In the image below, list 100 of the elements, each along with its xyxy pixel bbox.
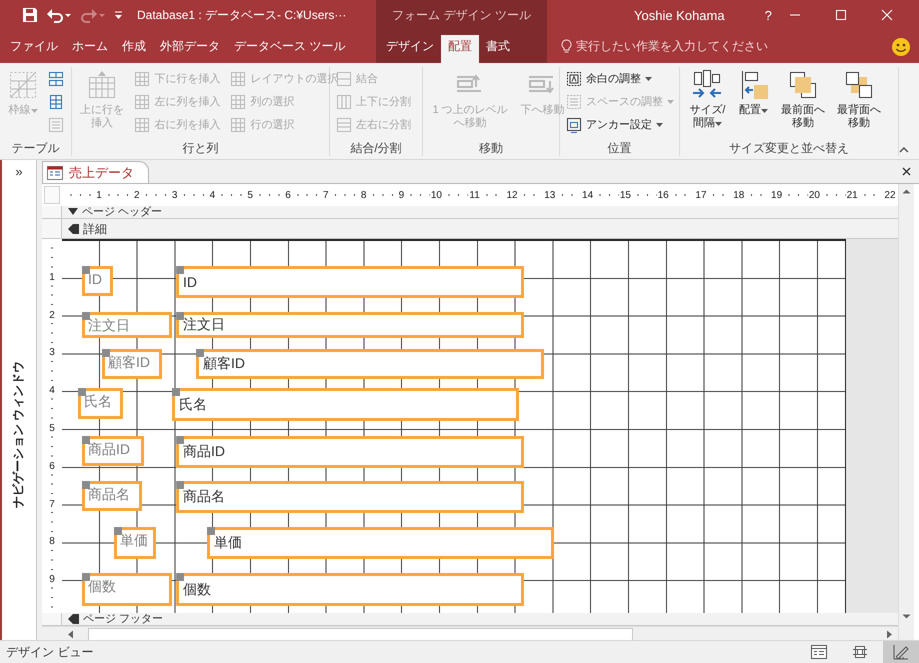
layout-icon xyxy=(566,94,582,110)
field-label[interactable]: 商品名 xyxy=(82,481,142,511)
help-button[interactable]: ? xyxy=(764,8,772,22)
ruler-number: 8 xyxy=(49,536,55,548)
navigation-pane-title: ナビゲーション ウィンドウ xyxy=(10,360,26,508)
field-label[interactable]: 商品ID xyxy=(82,436,144,466)
ruler-number: 18 xyxy=(732,190,746,200)
ribbon-tab[interactable]: 書式 xyxy=(479,30,517,63)
navigation-pane[interactable]: » ナビゲーション ウィンドウ xyxy=(0,160,37,640)
ruler-number: 7 xyxy=(322,190,330,200)
field-label[interactable]: 個数 xyxy=(82,573,172,606)
ruler-number: 20 xyxy=(808,190,821,200)
ribbon-button[interactable]: サイズ/間隔 xyxy=(684,67,731,140)
design-view-icon xyxy=(893,644,909,660)
table-grid-icon xyxy=(48,94,64,110)
text-box[interactable]: 注文日 xyxy=(176,312,524,338)
ribbon-tab[interactable]: ファイル xyxy=(3,30,65,63)
field-label[interactable]: 注文日 xyxy=(82,312,172,338)
ribbon-tab[interactable]: データベース ツール xyxy=(227,30,352,63)
scroll-down-icon[interactable] xyxy=(902,614,911,619)
section-bar[interactable]: 詳細 xyxy=(62,219,898,239)
ruler-number: 2 xyxy=(49,310,55,321)
group-label: 行と列 xyxy=(182,140,220,156)
text-box[interactable]: 氏名 xyxy=(172,388,519,421)
field-label[interactable]: 顧客ID xyxy=(102,349,162,379)
ruler-number: 3 xyxy=(170,190,178,200)
ruler-number: 19 xyxy=(770,190,784,200)
ruler-number: 13 xyxy=(543,190,556,200)
text-box[interactable]: 単価 xyxy=(207,527,554,559)
table-grid-icon xyxy=(336,70,352,86)
scrollbar-thumb[interactable] xyxy=(88,628,633,640)
ruler-number: 21 xyxy=(846,190,859,200)
ribbon-tab[interactable]: ホーム xyxy=(65,30,115,63)
table-grid-icon xyxy=(48,70,64,86)
field-label[interactable]: 氏名 xyxy=(78,388,123,419)
table-grid-icon xyxy=(230,70,246,86)
lightbulb-icon[interactable] xyxy=(561,39,572,54)
ruler-number: 4 xyxy=(208,190,216,200)
ruler-number: 1 xyxy=(95,190,103,200)
user-name[interactable]: Yoshie Kohama xyxy=(634,8,725,22)
field-label[interactable]: ID xyxy=(82,266,113,296)
ruler-number: 1 xyxy=(49,272,55,283)
ribbon-button[interactable]: 最前面へ移動 xyxy=(776,67,829,140)
text-box[interactable]: 商品ID xyxy=(176,436,524,468)
ribbon-button[interactable]: 最背面へ移動 xyxy=(832,67,886,140)
ribbon-tab[interactable]: デザイン xyxy=(379,30,441,63)
ruler-number: 5 xyxy=(246,190,254,200)
table-grid-icon xyxy=(336,94,352,110)
status-text: デザイン ビュー xyxy=(6,644,94,660)
window-title: Database1 : データベース- C:¥Users··· xyxy=(137,6,346,24)
ribbon-tab[interactable]: 外部データ xyxy=(153,30,227,63)
ruler-number: 12 xyxy=(505,190,519,200)
ruler-number: 7 xyxy=(49,498,55,510)
layout-icon xyxy=(566,116,582,132)
ribbon-tab[interactable]: 配置 xyxy=(441,35,479,63)
table-grid-icon xyxy=(134,116,150,132)
ruler-number: 9 xyxy=(49,574,55,586)
text-box[interactable]: 商品名 xyxy=(176,481,524,513)
tell-me-field[interactable]: 実行したい作業を入力してください xyxy=(576,38,768,55)
context-tab-group-title: フォーム デザイン ツール xyxy=(392,6,531,24)
expand-pane-button[interactable]: » xyxy=(15,164,23,179)
ruler-number: 16 xyxy=(656,190,670,200)
text-box[interactable]: ID xyxy=(176,266,524,298)
ruler-number: 9 xyxy=(398,190,406,200)
group-label: 位置 xyxy=(606,140,632,156)
text-box[interactable]: 顧客ID xyxy=(196,349,544,379)
ruler-number: 8 xyxy=(360,190,368,200)
ruler-number: 2 xyxy=(133,190,141,200)
scroll-right-icon[interactable] xyxy=(886,630,894,638)
ruler-number: 3 xyxy=(49,347,55,358)
vertical-scrollbar[interactable] xyxy=(898,184,914,641)
horizontal-scrollbar[interactable] xyxy=(42,626,898,641)
ruler-number: 15 xyxy=(618,190,632,200)
section-bar[interactable]: ページ ヘッダー xyxy=(62,206,898,219)
table-grid-icon xyxy=(134,94,150,110)
scroll-left-icon[interactable] xyxy=(66,630,74,638)
table-grid-icon xyxy=(336,116,352,132)
ruler-number: 5 xyxy=(49,422,55,434)
close-icon[interactable] xyxy=(902,167,911,176)
ribbon-tab[interactable]: 作成 xyxy=(115,30,153,63)
ruler-number: 6 xyxy=(49,460,55,472)
design-view-button[interactable] xyxy=(883,641,919,663)
text-box[interactable]: 個数 xyxy=(176,573,524,606)
layout-view-icon xyxy=(853,645,867,659)
ruler-number: 22 xyxy=(883,190,897,200)
document-tab[interactable]: 売上データ xyxy=(42,161,149,183)
ribbon-button[interactable]: 配置 xyxy=(734,67,773,140)
section-bar[interactable]: ページ フッター xyxy=(62,613,898,626)
form-icon xyxy=(47,166,63,180)
table-grid-icon xyxy=(230,94,246,110)
section-title: ページ フッター xyxy=(83,613,164,625)
smiley-icon[interactable] xyxy=(891,36,911,56)
section-title: 詳細 xyxy=(83,222,107,234)
ruler-number: 6 xyxy=(284,190,292,200)
form-view-icon xyxy=(811,645,827,659)
scroll-up-icon[interactable] xyxy=(902,189,911,194)
gridlines-icon xyxy=(7,69,39,101)
table-grid-icon xyxy=(230,116,246,132)
field-label[interactable]: 単価 xyxy=(114,527,156,559)
collapse-ribbon-icon[interactable] xyxy=(899,147,909,153)
